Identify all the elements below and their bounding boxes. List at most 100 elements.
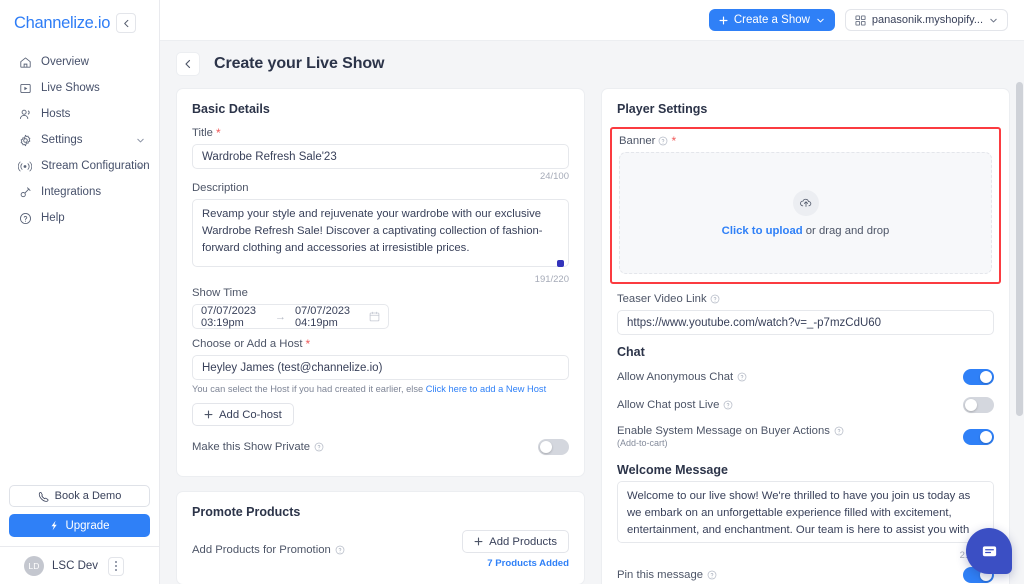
page-scrollbar-track[interactable] — [1015, 82, 1024, 584]
sidebar-item-label: Stream Configuration — [41, 160, 150, 172]
allow-chat-post-live-label: Allow Chat post Live — [617, 399, 733, 411]
upgrade-label: Upgrade — [65, 519, 110, 532]
enable-system-message-toggle[interactable] — [963, 428, 994, 445]
back-button[interactable] — [176, 52, 200, 76]
required-marker: * — [305, 337, 311, 351]
chevron-down-icon[interactable] — [136, 162, 145, 171]
banner-label-text: Banner — [619, 135, 656, 147]
sidebar-item-stream-configuration[interactable]: Stream Configuration — [0, 153, 159, 179]
question-circle-icon[interactable] — [834, 426, 844, 436]
player-settings-title: Player Settings — [617, 102, 708, 116]
page-header: Create your Live Show — [176, 41, 1010, 88]
sidebar-item-help[interactable]: Help — [0, 205, 159, 231]
show-time-label-text: Show Time — [192, 287, 248, 299]
promote-products-row: Add Products for Promotion Add Products … — [192, 530, 569, 569]
allow-anonymous-chat-label: Allow Anonymous Chat — [617, 371, 747, 383]
sidebar-user-row[interactable]: LD LSC Dev — [0, 546, 159, 576]
start-time-value: 07/07/2023 03:19pm — [201, 304, 257, 329]
enable-system-message-text: Enable System Message on Buyer Actions — [617, 425, 830, 437]
add-products-label-text: Add Products for Promotion — [192, 543, 331, 556]
sidebar-nav: Overview Live Shows Hosts Settings Strea… — [0, 49, 159, 231]
upgrade-button[interactable]: Upgrade — [9, 514, 150, 537]
welcome-message-textarea[interactable] — [617, 481, 994, 543]
host-hint: You can select the Host if you had creat… — [192, 384, 569, 394]
allow-anonymous-chat-row: Allow Anonymous Chat — [617, 363, 994, 391]
kebab-menu-icon[interactable] — [108, 556, 125, 576]
question-circle-icon[interactable] — [723, 400, 733, 410]
plus-icon — [719, 15, 728, 25]
sidebar-footer: Book a Demo Upgrade LD LSC Dev — [0, 485, 159, 584]
title-field-label: Title * — [192, 127, 569, 139]
chevron-left-icon — [185, 59, 191, 69]
store-selector[interactable]: panasonik.myshopify... — [844, 9, 1008, 31]
sidebar-item-overview[interactable]: Overview — [0, 49, 159, 75]
teaser-label-text: Teaser Video Link — [617, 293, 707, 305]
make-show-private-toggle[interactable] — [538, 439, 569, 455]
host-hint-text: You can select the Host if you had creat… — [192, 384, 426, 394]
description-textarea[interactable] — [192, 199, 569, 267]
user-name: LSC Dev — [52, 560, 99, 572]
cloud-upload-icon — [792, 189, 819, 216]
products-added-link[interactable]: 7 Products Added — [487, 558, 569, 569]
sidebar-item-settings[interactable]: Settings — [0, 127, 159, 153]
question-circle-icon[interactable] — [658, 136, 668, 146]
sidebar-item-integrations[interactable]: Integrations — [0, 179, 159, 205]
banner-upload-dropzone[interactable]: Click to upload or drag and drop — [619, 152, 992, 274]
required-marker: * — [215, 126, 221, 140]
question-circle-icon — [18, 211, 32, 225]
sidebar-item-label: Hosts — [41, 108, 71, 120]
brand-logo: Channelize.io — [14, 13, 111, 32]
host-select-input[interactable] — [192, 355, 569, 380]
sidebar-item-live-shows[interactable]: Live Shows — [0, 75, 159, 101]
chevron-down-icon[interactable] — [136, 136, 145, 145]
question-circle-icon[interactable] — [737, 372, 747, 382]
description-char-counter: 191/220 — [534, 274, 569, 285]
chevron-down-icon — [816, 16, 825, 25]
sidebar-collapse-button[interactable] — [116, 13, 137, 33]
sidebar-item-label: Overview — [41, 56, 89, 68]
content-area: Create your Live Show Basic Details Titl… — [160, 40, 1024, 584]
sidebar-item-label: Help — [41, 212, 65, 224]
add-new-host-link[interactable]: Click here to add a New Host — [426, 384, 546, 394]
enable-system-message-row: Enable System Message on Buyer Actions (… — [617, 419, 994, 454]
player-settings-card: Player Settings Banner * Click to upload… — [601, 88, 1010, 584]
topbar: Create a Show panasonik.myshopify... — [160, 0, 1024, 40]
create-a-show-button[interactable]: Create a Show — [708, 9, 835, 31]
teaser-field-label: Teaser Video Link — [617, 293, 994, 305]
bolt-icon — [49, 520, 60, 531]
allow-anonymous-chat-text: Allow Anonymous Chat — [617, 371, 734, 383]
add-products-button[interactable]: Add Products — [462, 530, 569, 553]
show-time-range-picker[interactable]: 07/07/2023 03:19pm → 07/07/2023 04:19pm — [192, 304, 389, 329]
allow-anonymous-chat-toggle[interactable] — [963, 369, 994, 385]
resize-handle[interactable] — [557, 260, 564, 267]
question-circle-icon[interactable] — [710, 294, 720, 304]
support-chat-widget-button[interactable] — [966, 528, 1012, 574]
toggle-knob — [540, 441, 552, 453]
title-input[interactable] — [192, 144, 569, 169]
click-to-upload-link[interactable]: Click to upload — [722, 225, 803, 237]
host-label-text: Choose or Add a Host — [192, 338, 303, 350]
sidebar: Channelize.io Overview Live Shows Hosts … — [0, 0, 160, 584]
allow-chat-post-live-toggle[interactable] — [963, 397, 994, 413]
question-circle-icon[interactable] — [335, 545, 345, 555]
gear-icon — [18, 133, 32, 147]
book-a-demo-button[interactable]: Book a Demo — [9, 485, 150, 507]
required-marker: * — [671, 134, 677, 148]
banner-highlight-box: Banner * Click to upload or drag and dro… — [610, 127, 1001, 284]
promote-products-card: Promote Products Add Products for Promot… — [176, 491, 585, 584]
plug-icon — [18, 185, 32, 199]
question-circle-icon[interactable] — [314, 442, 324, 452]
chevron-down-icon — [989, 16, 998, 25]
sidebar-item-label: Integrations — [41, 186, 102, 198]
enable-system-message-label-group: Enable System Message on Buyer Actions (… — [617, 425, 844, 448]
play-square-icon — [18, 81, 32, 95]
page-scrollbar-thumb[interactable] — [1016, 82, 1023, 416]
show-time-label: Show Time — [192, 287, 569, 299]
sidebar-item-label: Settings — [41, 134, 83, 146]
basic-details-card: Basic Details Title * 24/100 Description — [176, 88, 585, 477]
question-circle-icon[interactable] — [707, 570, 717, 580]
sidebar-item-hosts[interactable]: Hosts — [0, 101, 159, 127]
teaser-video-link-input[interactable] — [617, 310, 994, 335]
allow-chat-post-live-text: Allow Chat post Live — [617, 399, 720, 411]
add-co-host-button[interactable]: Add Co-host — [192, 403, 294, 426]
